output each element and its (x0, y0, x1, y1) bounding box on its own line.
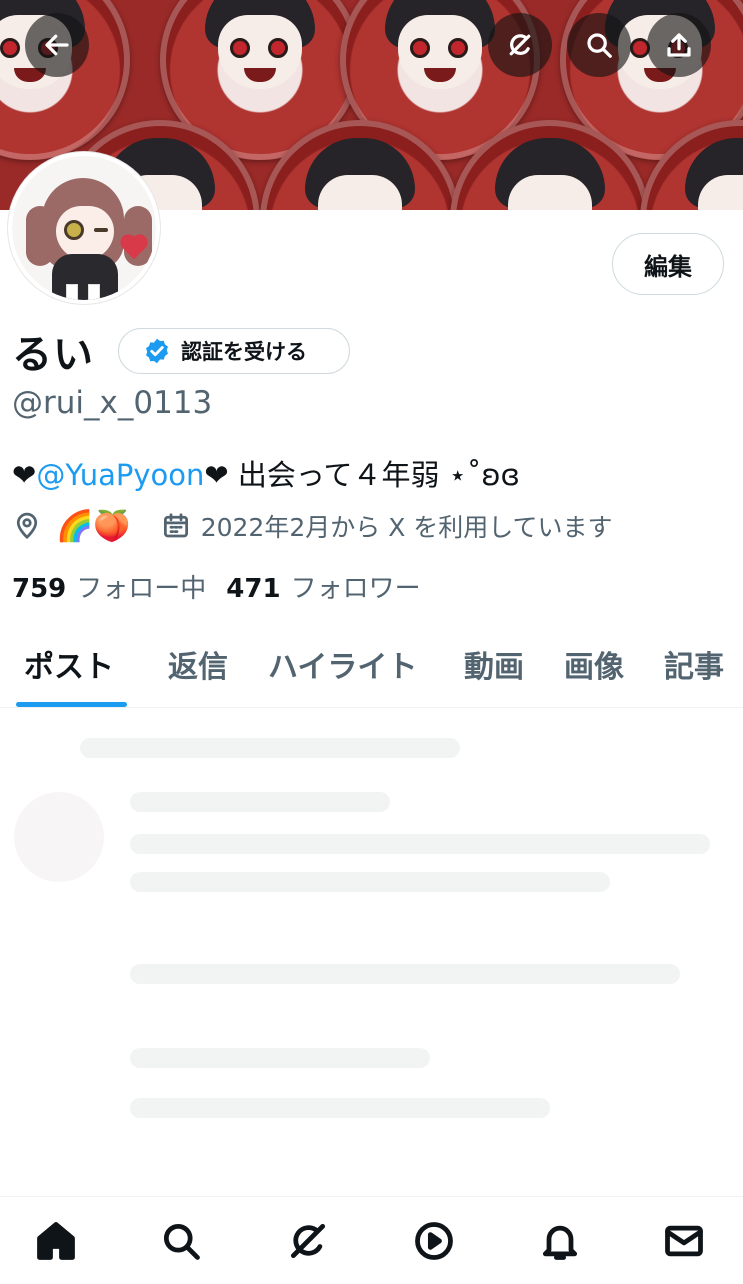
post-feed (0, 708, 743, 1196)
back-arrow-icon (45, 34, 69, 56)
calendar-icon (163, 513, 188, 538)
back-button[interactable] (25, 13, 89, 77)
nav-video[interactable] (410, 1217, 458, 1265)
followers-link[interactable]: 471 フォロワー (226, 568, 420, 605)
tab-media[interactable]: 画像 (564, 642, 624, 686)
search-button[interactable] (567, 13, 631, 77)
get-verified-button[interactable]: 認証を受ける (118, 328, 350, 374)
profile-location: 🌈🍑 (56, 508, 131, 544)
profile-name: るい (12, 332, 94, 378)
tab-replies[interactable]: 返信 (168, 642, 228, 686)
grok-button[interactable] (488, 13, 552, 77)
follow-counts: 759 フォロー中 471 フォロワー (12, 568, 421, 605)
profile-meta: 🌈🍑 2022年2月から X を利用しています (12, 506, 613, 546)
profile-join-date: 2022年2月から X を利用しています (200, 513, 613, 542)
tab-posts[interactable]: ポスト (24, 642, 114, 686)
share-icon (667, 33, 691, 57)
followers-label: フォロワー (290, 574, 421, 604)
tab-articles[interactable]: 記事 (664, 642, 724, 686)
tab-videos[interactable]: 動画 (464, 642, 524, 686)
location-icon (16, 512, 38, 539)
nav-notifications[interactable] (536, 1217, 584, 1265)
share-button[interactable] (647, 13, 711, 77)
nav-search[interactable] (157, 1217, 205, 1265)
grok-icon (290, 1223, 326, 1259)
nav-home[interactable] (32, 1217, 80, 1265)
profile-tabs: ポスト 返信 ハイライト 動画 画像 記事 (0, 620, 743, 708)
following-count: 759 (12, 574, 67, 604)
active-tab-indicator (16, 702, 127, 707)
profile-handle: @rui_x_0113 (12, 385, 213, 421)
bio-mention-link[interactable]: @YuaPyoon (36, 458, 204, 492)
notifications-icon (542, 1225, 578, 1260)
search-icon (587, 33, 612, 58)
home-icon (37, 1222, 75, 1260)
nav-messages[interactable] (660, 1217, 708, 1265)
video-icon (415, 1222, 453, 1260)
grok-icon (509, 34, 531, 56)
bio-text: ❤ 出会って４年弱 ⋆˚ʚɞ (204, 458, 520, 492)
search-icon (163, 1223, 200, 1260)
following-label: フォロー中 (76, 574, 207, 604)
edit-profile-button[interactable]: 編集 (612, 233, 724, 295)
bottom-navigation (0, 1196, 743, 1284)
messages-icon (665, 1225, 703, 1257)
nav-grok[interactable] (284, 1217, 332, 1265)
profile-bio: ❤@YuaPyoon❤ 出会って４年弱 ⋆˚ʚɞ (12, 452, 520, 494)
verified-badge-icon (146, 338, 168, 364)
bio-heart: ❤ (12, 458, 37, 492)
followers-count: 471 (226, 574, 281, 604)
get-verified-label: 認証を受ける (181, 340, 307, 364)
profile-avatar[interactable] (8, 152, 160, 304)
tab-highlights[interactable]: ハイライト (268, 642, 417, 686)
following-link[interactable]: 759 フォロー中 (12, 568, 206, 605)
